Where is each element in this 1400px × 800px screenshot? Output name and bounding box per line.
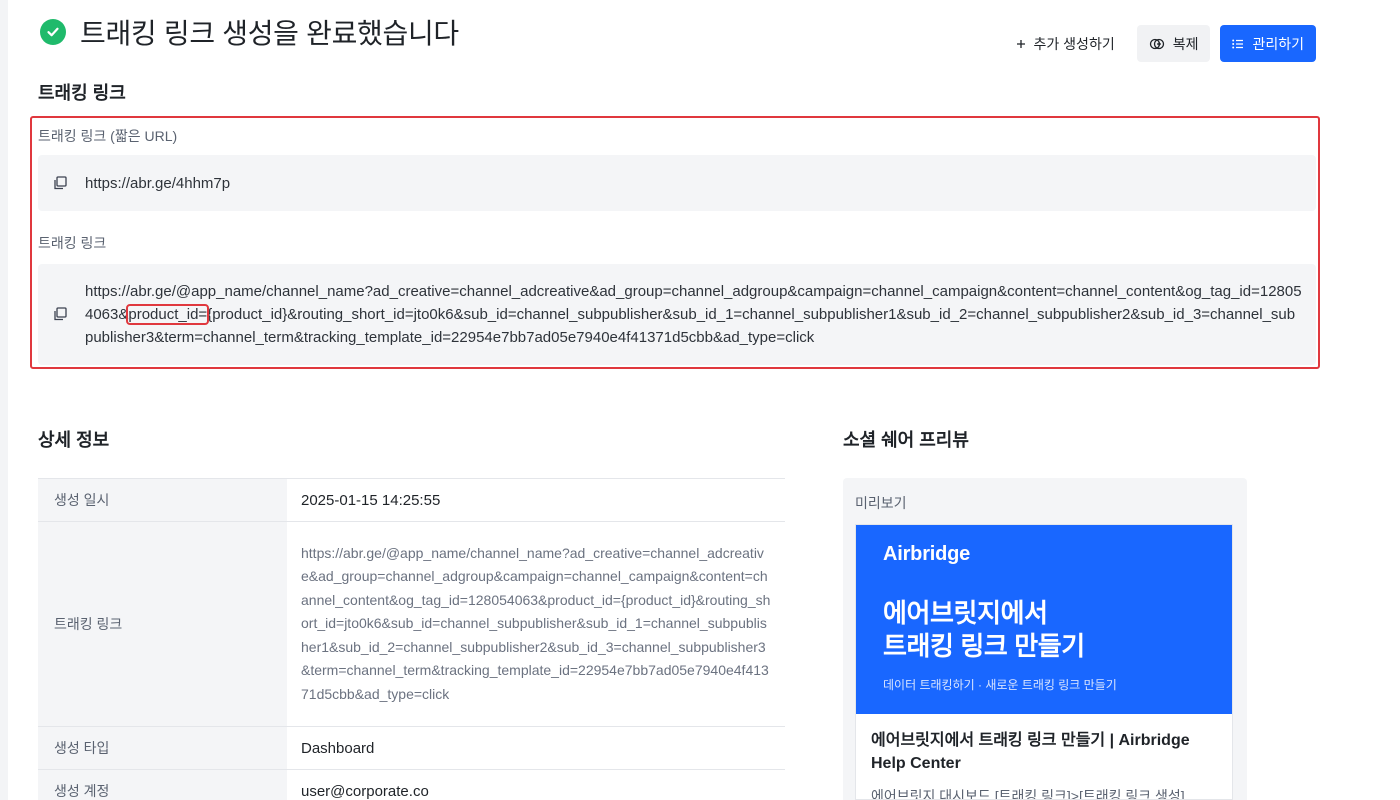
product-id-highlight: product_id= [126, 304, 210, 325]
page-header: 트래킹 링크 생성을 완료했습니다 [40, 12, 459, 52]
short-url-field: https://abr.ge/4hhm7p [38, 155, 1316, 211]
detail-key: 생성 타입 [38, 727, 287, 769]
page-title: 트래킹 링크 생성을 완료했습니다 [80, 18, 459, 49]
duplicate-icon [1149, 38, 1165, 50]
detail-key: 생성 계정 [38, 770, 287, 800]
duplicate-label: 복제 [1172, 35, 1199, 52]
tracking-link-section-title: 트래킹 링크 [38, 83, 126, 103]
social-preview-panel: 미리보기 Airbridge 에어브릿지에서 트래킹 링크 만들기 데이터 트래… [843, 478, 1247, 800]
og-card-description: 에어브릿지 대시보드 [트래킹 링크]>[트래킹 링크 생성] [871, 788, 1185, 800]
og-headline: 에어브릿지에서 트래킹 링크 만들기 [883, 597, 1085, 663]
og-headline-line-2: 트래킹 링크 만들기 [883, 631, 1085, 661]
details-section-title: 상세 정보 [38, 430, 110, 450]
copy-full-link-icon[interactable] [53, 307, 67, 326]
short-url-label: 트래킹 링크 (짧은 URL) [38, 128, 178, 144]
table-row: 생성 일시 2025-01-15 14:25:55 [38, 479, 785, 522]
detail-value: https://abr.ge/@app_name/channel_name?ad… [301, 544, 771, 702]
details-table: 생성 일시 2025-01-15 14:25:55 트래킹 링크 https:/… [38, 478, 785, 800]
table-row: 생성 계정 user@corporate.co [38, 770, 785, 800]
plus-icon [1016, 39, 1026, 49]
detail-key: 생성 일시 [38, 479, 287, 521]
preview-label: 미리보기 [855, 495, 907, 511]
manage-label: 관리하기 [1252, 35, 1304, 52]
detail-value: 2025-01-15 14:25:55 [301, 491, 441, 509]
short-url-text[interactable]: https://abr.ge/4hhm7p [85, 172, 230, 195]
og-image-subtitle: 데이터 트래킹하기 · 새로운 트래킹 링크 만들기 [883, 678, 1117, 692]
og-image: Airbridge 에어브릿지에서 트래킹 링크 만들기 데이터 트래킹하기 ·… [856, 525, 1232, 714]
full-link-field: https://abr.ge/@app_name/channel_name?ad… [38, 264, 1316, 365]
copy-short-url-icon[interactable] [53, 176, 67, 195]
page: 트래킹 링크 생성을 완료했습니다 추가 생성하기 복제 관리하기 트래킹 링크… [0, 0, 1400, 800]
og-preview-card: Airbridge 에어브릿지에서 트래킹 링크 만들기 데이터 트래킹하기 ·… [855, 524, 1233, 800]
airbridge-logo: Airbridge [883, 543, 971, 565]
table-row: 트래킹 링크 https://abr.ge/@app_name/channel_… [38, 522, 785, 727]
social-preview-title: 소셜 쉐어 프리뷰 [843, 430, 969, 450]
list-icon [1232, 39, 1244, 49]
detail-value: Dashboard [301, 739, 375, 757]
check-circle-icon [40, 19, 66, 45]
add-more-label: 추가 생성하기 [1033, 35, 1115, 52]
full-link-label: 트래킹 링크 [38, 235, 107, 251]
og-headline-line-1: 에어브릿지에서 [883, 598, 1048, 628]
detail-value: user@corporate.co [301, 782, 429, 800]
duplicate-button[interactable]: 복제 [1136, 25, 1211, 62]
manage-button[interactable]: 관리하기 [1220, 25, 1316, 62]
table-row: 생성 타입 Dashboard [38, 727, 785, 770]
detail-key: 트래킹 링크 [38, 522, 287, 726]
add-more-button[interactable]: 추가 생성하기 [1004, 25, 1127, 62]
header-actions: 추가 생성하기 복제 관리하기 [1004, 25, 1316, 62]
og-card-title: 에어브릿지에서 트래킹 링크 만들기 | Airbridge Help Cent… [871, 732, 1190, 772]
full-link-text[interactable]: https://abr.ge/@app_name/channel_name?ad… [85, 280, 1303, 349]
full-link-part-after: {product_id}&routing_short_id=jto0k6&sub… [85, 306, 1296, 346]
left-sidebar-edge [0, 0, 8, 800]
